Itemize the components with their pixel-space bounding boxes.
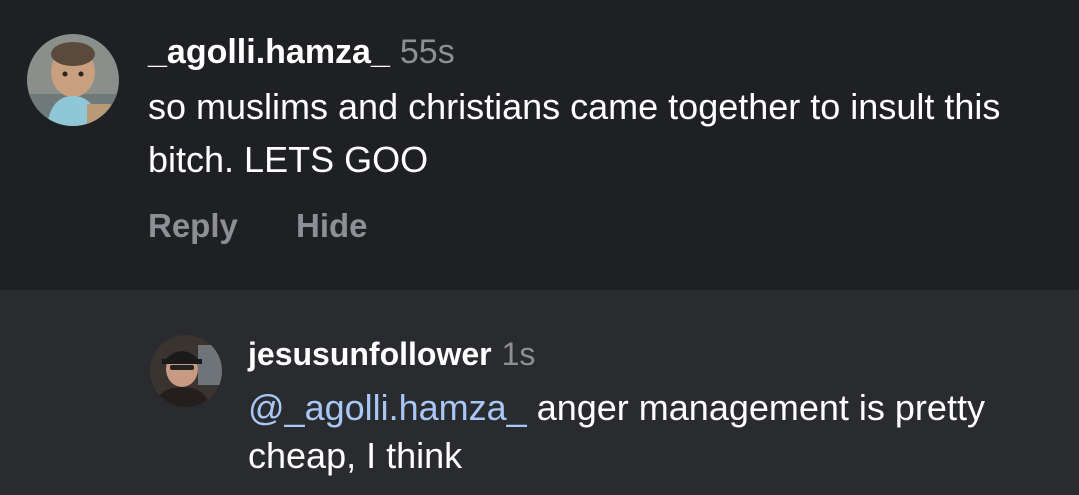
comment-text: so muslims and christians came together … [148,86,1001,180]
comment-item-2: jesusunfollower 1s @_agolli.hamza_ anger … [0,290,1079,495]
avatar[interactable] [27,34,119,126]
comment-item-1: _agolli.hamza_ 55s so muslims and christi… [0,0,1079,290]
comment-timestamp: 1s [501,336,536,372]
username-text[interactable]: jesusunfollower [248,336,492,372]
avatar[interactable] [150,335,222,407]
reply-username[interactable]: jesusunfollower 1s [248,333,535,375]
comment-timestamp: 55s [399,33,455,71]
hide-button[interactable]: Hide [296,206,368,246]
reply-button[interactable]: Reply [148,206,238,246]
username-text[interactable]: _agolli.hamza_ [148,33,390,71]
mention-link[interactable]: @_agolli.hamza_ [248,387,527,428]
reply-text: @_agolli.hamza_ anger management is pret… [248,384,1048,480]
comment-username[interactable]: _agolli.hamza_ 55s [148,30,455,74]
